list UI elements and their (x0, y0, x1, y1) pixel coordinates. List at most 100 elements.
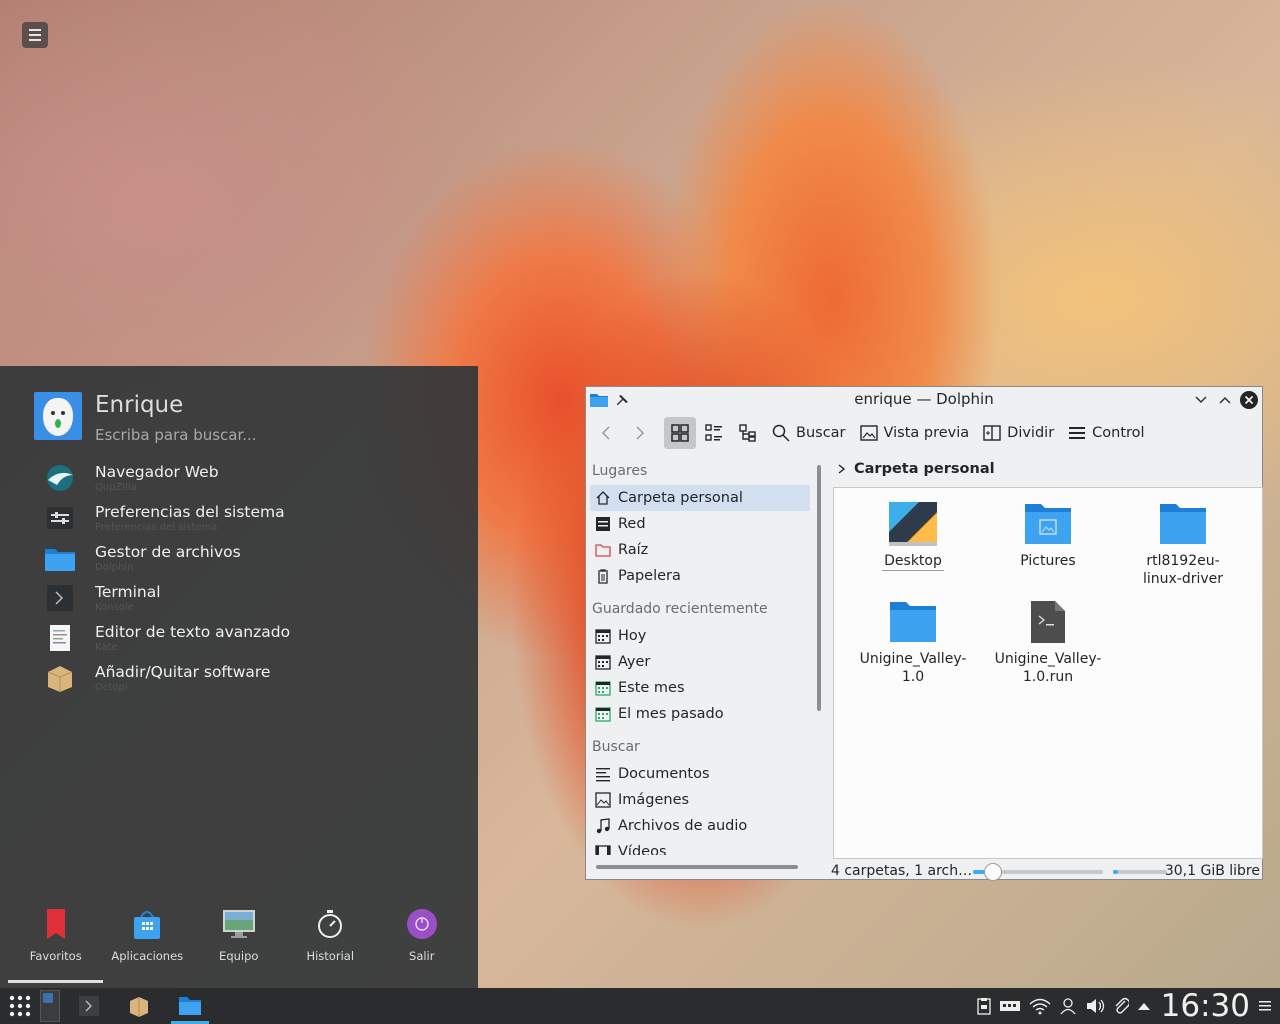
breadcrumb[interactable]: Carpeta personal (836, 461, 995, 477)
clipboard-icon[interactable] (977, 997, 991, 1015)
breadcrumb-label: Carpeta personal (854, 461, 995, 477)
app-system-settings[interactable]: Preferencias del sistema Preferencias del… (44, 502, 290, 542)
file-view[interactable]: Desktop Pictures rtl8192eu-linux-driver … (833, 487, 1263, 859)
place-network[interactable]: Red (586, 511, 818, 537)
volume-icon[interactable] (1085, 997, 1105, 1015)
control-label: Control (1092, 425, 1145, 441)
place-trash[interactable]: Papelera (586, 563, 818, 589)
place-videos[interactable]: Vídeos (586, 839, 818, 855)
place-audio[interactable]: Archivos de audio (586, 813, 818, 839)
wifi-icon[interactable] (1029, 997, 1051, 1015)
package-icon (130, 997, 148, 1017)
place-label: Vídeos (618, 844, 667, 855)
app-title: Gestor de archivos (95, 543, 241, 561)
details-view-button[interactable] (732, 417, 764, 449)
zoom-slider-handle[interactable] (983, 863, 1002, 881)
app-title: Editor de texto avanzado (95, 623, 291, 641)
user-name: Enrique (95, 392, 184, 418)
compact-view-button[interactable] (698, 417, 730, 449)
app-web-browser[interactable]: Navegador Web QupZilla (44, 462, 290, 502)
file-item-unigine-folder[interactable]: Unigine_Valley-1.0 (853, 598, 973, 686)
app-text-editor[interactable]: Editor de texto avanzado Kate (44, 622, 290, 662)
app-subtitle: QupZilla (95, 482, 137, 493)
application-launcher: Enrique Escriba para buscar... Navegador… (0, 366, 478, 988)
calendar-icon (595, 629, 611, 644)
file-item-rtl8192eu[interactable]: rtl8192eu-linux-driver (1123, 500, 1243, 588)
app-subtitle: Konsole (95, 602, 134, 613)
file-item-pictures[interactable]: Pictures (988, 500, 1108, 570)
app-file-manager[interactable]: Gestor de archivos Dolphin (44, 542, 290, 582)
status-bar: 4 carpetas, 1 arch… 30,1 GiB libre (831, 861, 1262, 881)
active-tab-indicator (8, 980, 103, 983)
free-space-label: 30,1 GiB libre (1164, 863, 1260, 879)
app-title: Terminal (95, 583, 161, 601)
calendar-icon (595, 655, 611, 670)
tab-salir[interactable]: Salir (376, 906, 468, 963)
maximize-button[interactable] (1216, 391, 1234, 409)
usb-device-icon[interactable] (999, 999, 1021, 1013)
avatar[interactable] (34, 392, 82, 440)
tab-favoritos[interactable]: Favoritos (10, 906, 102, 963)
taskbar-dolphin[interactable] (171, 988, 209, 1024)
tab-historial[interactable]: Historial (285, 906, 377, 963)
control-menu-button[interactable]: Control (1068, 424, 1145, 442)
virtual-desktop-pager[interactable] (39, 988, 61, 1024)
clock[interactable]: 16:30 (1161, 988, 1250, 1024)
applications-icon (132, 906, 162, 942)
place-images[interactable]: Imágenes (586, 787, 818, 813)
file-name: rtl8192eu-linux-driver (1142, 553, 1224, 587)
icons-view-button[interactable] (664, 417, 696, 449)
back-button[interactable] (590, 417, 622, 449)
app-terminal[interactable]: Terminal Konsole (44, 582, 290, 622)
calendar-icon (595, 707, 611, 722)
search-header: Buscar (592, 739, 640, 755)
zoom-slider[interactable] (973, 863, 1103, 881)
place-label: Documentos (618, 766, 710, 782)
forward-button[interactable] (624, 417, 656, 449)
launcher-search-input[interactable]: Escriba para buscar... (95, 426, 257, 444)
dolphin-window: enrique — Dolphin Buscar Vista previa Di… (585, 386, 1263, 881)
place-label: Imágenes (618, 792, 690, 808)
file-item-desktop[interactable]: Desktop (853, 500, 973, 571)
app-subtitle: Preferencias del sistema (95, 522, 218, 533)
place-root[interactable]: Raíz (586, 537, 818, 563)
search-icon (772, 424, 790, 442)
places-scrollbar[interactable] (817, 465, 821, 711)
application-launcher-button[interactable] (4, 988, 36, 1024)
video-icon (595, 845, 611, 855)
tab-label: Salir (409, 949, 435, 963)
places-horizontal-scrollbar[interactable] (596, 865, 798, 869)
desktop-folder-icon (888, 500, 938, 546)
split-button[interactable]: Dividir (983, 424, 1054, 442)
panel-settings-icon[interactable] (1258, 999, 1272, 1013)
places-header: Lugares (592, 463, 648, 479)
place-this-month[interactable]: Este mes (586, 675, 818, 701)
taskbar-terminal[interactable] (74, 988, 104, 1024)
image-icon (595, 792, 611, 808)
tab-aplicaciones[interactable]: Aplicaciones (102, 906, 194, 963)
place-today[interactable]: Hoy (586, 623, 818, 649)
bookmark-icon (46, 906, 66, 942)
minimize-button[interactable] (1192, 391, 1210, 409)
image-preview-icon (859, 425, 878, 441)
place-documents[interactable]: Documentos (586, 761, 818, 787)
app-subtitle: Dolphin (95, 562, 134, 573)
preview-button[interactable]: Vista previa (859, 424, 969, 442)
app-software-manager[interactable]: Añadir/Quitar software Octopi (44, 662, 290, 702)
place-last-month[interactable]: El mes pasado (586, 701, 818, 727)
paperclip-icon[interactable] (1113, 997, 1129, 1015)
search-button[interactable]: Buscar (772, 424, 846, 442)
file-item-unigine-run[interactable]: Unigine_Valley-1.0.run (988, 598, 1108, 686)
user-switch-icon[interactable] (1059, 997, 1077, 1015)
terminal-icon (44, 582, 76, 614)
place-yesterday[interactable]: Ayer (586, 649, 818, 675)
close-button[interactable] (1240, 391, 1258, 409)
tab-equipo[interactable]: Equipo (193, 906, 285, 963)
place-home[interactable]: Carpeta personal (590, 485, 810, 511)
search-label: Buscar (796, 425, 846, 441)
desktop-menu-button[interactable] (22, 22, 48, 48)
window-titlebar[interactable]: enrique — Dolphin (586, 387, 1262, 413)
file-name: Unigine_Valley-1.0 (859, 651, 967, 685)
taskbar-octopi[interactable] (124, 988, 154, 1024)
tray-expand-icon[interactable] (1137, 1001, 1151, 1011)
